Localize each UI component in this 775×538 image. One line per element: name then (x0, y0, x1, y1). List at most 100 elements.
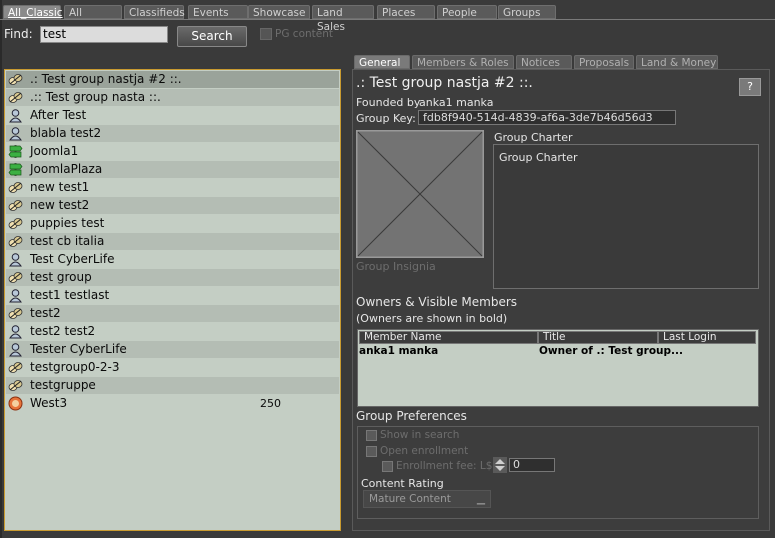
search-input[interactable]: test (40, 26, 168, 43)
open-enrollment-checkbox[interactable] (366, 446, 377, 457)
fee-spinner-icon[interactable] (493, 457, 507, 473)
group-icon (8, 90, 23, 105)
person-icon (8, 288, 23, 303)
group-charter-label: Group Charter (494, 131, 573, 144)
list-item-label: test cb italia (30, 234, 105, 248)
find-label: Find: (4, 27, 33, 41)
list-item-label: .: Test group nastja #2 ::. (30, 72, 182, 86)
list-item-label: test2 (30, 306, 61, 320)
group-key-field[interactable]: fdb8f940-514d-4839-af6a-3de7b46d56d3 (418, 110, 676, 125)
tab-showcase[interactable]: Showcase (248, 5, 310, 19)
list-item-label: West3 (30, 396, 68, 410)
list-item-label: blabla test2 (30, 126, 102, 140)
signpost-icon (8, 162, 23, 177)
list-item[interactable]: testgroup0-2-3 (6, 359, 339, 376)
tab-places[interactable]: Places (377, 5, 435, 19)
pg-content-checkbox[interactable] (260, 28, 272, 40)
enrollment-fee-field[interactable]: 0 (509, 458, 555, 472)
chevron-down-icon: ▁ (476, 493, 485, 505)
member-title-cell[interactable]: Owner of .: Test group... (539, 345, 683, 357)
column-last-login[interactable]: Last Login (658, 331, 756, 344)
group-charter-box[interactable] (493, 144, 759, 289)
list-item[interactable]: test group (6, 269, 339, 286)
help-button[interactable]: ? (739, 78, 761, 96)
tab-people[interactable]: People (437, 5, 497, 19)
tab-members-roles[interactable]: Members & Roles (412, 55, 514, 69)
list-item[interactable]: test cb italia (6, 233, 339, 250)
group-icon (8, 360, 23, 375)
group-icon (8, 234, 23, 249)
members-section-title: Owners & Visible Members (356, 295, 518, 309)
list-item-label: Joomla1 (30, 144, 79, 158)
list-item[interactable]: .:: Test group nasta ::. (6, 89, 339, 106)
tab-classifieds[interactable]: Classifieds (124, 5, 185, 19)
list-item[interactable]: test1 testlast (6, 287, 339, 304)
person-icon (8, 252, 23, 267)
list-item-label: puppies test (30, 216, 105, 230)
tab-all-classic[interactable]: All_Classic (3, 5, 63, 19)
show-in-search-checkbox[interactable] (366, 430, 377, 441)
list-item-label: .:: Test group nasta ::. (30, 90, 161, 104)
list-item[interactable]: test2 (6, 305, 339, 322)
tab-all[interactable]: All (64, 5, 122, 19)
list-item[interactable]: test2 test2 (6, 323, 339, 340)
tab-events[interactable]: Events (188, 5, 248, 19)
pg-content-label: PG content (275, 28, 334, 40)
list-item[interactable]: Test CyberLife (6, 251, 339, 268)
tab-land-money[interactable]: Land & Money (636, 55, 718, 69)
list-item[interactable]: blabla test2 (6, 125, 339, 142)
list-item-label: new test1 (30, 180, 90, 194)
list-item[interactable]: West3 250 (6, 395, 339, 412)
list-item-label: JoomlaPlaza (30, 162, 103, 176)
founded-by-value[interactable]: anka1 manka (419, 96, 493, 109)
group-icon (8, 198, 23, 213)
tab-land-sales[interactable]: Land Sales (312, 5, 374, 33)
group-icon (8, 306, 23, 321)
list-item[interactable]: After Test (6, 107, 339, 124)
group-title: .: Test group nastja #2 ::. (356, 75, 533, 91)
group-icon (8, 378, 23, 393)
content-rating-value: Mature Content (369, 493, 451, 505)
list-item[interactable]: Joomla1 (6, 143, 339, 160)
group-key-label: Group Key: (356, 112, 416, 125)
person-icon (8, 324, 23, 339)
list-item-label: new test2 (30, 198, 90, 212)
person-icon (8, 342, 23, 357)
person-icon (8, 126, 23, 141)
person-icon (8, 108, 23, 123)
list-item[interactable]: new test2 (6, 197, 339, 214)
enrollment-fee-checkbox[interactable] (382, 461, 393, 472)
column-member-name[interactable]: Member Name (359, 331, 538, 344)
search-button[interactable]: Search (177, 26, 247, 47)
member-name-cell[interactable]: anka1 manka (359, 345, 438, 357)
list-item[interactable]: JoomlaPlaza (6, 161, 339, 178)
tab-groups[interactable]: Groups (498, 5, 556, 19)
founded-by-label: Founded by (356, 96, 421, 109)
list-item-label: test1 testlast (30, 288, 110, 302)
tab-notices[interactable]: Notices (516, 55, 572, 69)
list-item[interactable]: .: Test group nastja #2 ::. (6, 71, 339, 88)
members-section-subtitle: (Owners are shown in bold) (356, 312, 508, 325)
list-item[interactable]: puppies test (6, 215, 339, 232)
enrollment-fee-label: Enrollment fee: L$ (396, 460, 493, 472)
tab-general[interactable]: General (354, 55, 410, 69)
group-insignia-placeholder[interactable] (356, 130, 484, 258)
group-icon (8, 216, 23, 231)
list-item[interactable]: Tester CyberLife (6, 341, 339, 358)
open-enrollment-label: Open enrollment (380, 445, 469, 457)
list-item-label: Tester CyberLife (30, 342, 127, 356)
column-title[interactable]: Title (538, 331, 658, 344)
show-in-search-label: Show in search (380, 429, 460, 441)
content-rating-label: Content Rating (361, 477, 444, 490)
list-item-count: 250 (260, 397, 281, 410)
group-insignia-label: Group Insignia (356, 260, 436, 273)
list-item[interactable]: testgruppe (6, 377, 339, 394)
tab-proposals[interactable]: Proposals (574, 55, 634, 69)
group-icon (8, 180, 23, 195)
group-icon (8, 270, 23, 285)
list-item-label: testgruppe (30, 378, 96, 392)
group-charter-text: Group Charter (499, 151, 578, 164)
list-item-label: testgroup0-2-3 (30, 360, 120, 374)
content-rating-select[interactable]: Mature Content ▁ (363, 490, 491, 508)
list-item[interactable]: new test1 (6, 179, 339, 196)
